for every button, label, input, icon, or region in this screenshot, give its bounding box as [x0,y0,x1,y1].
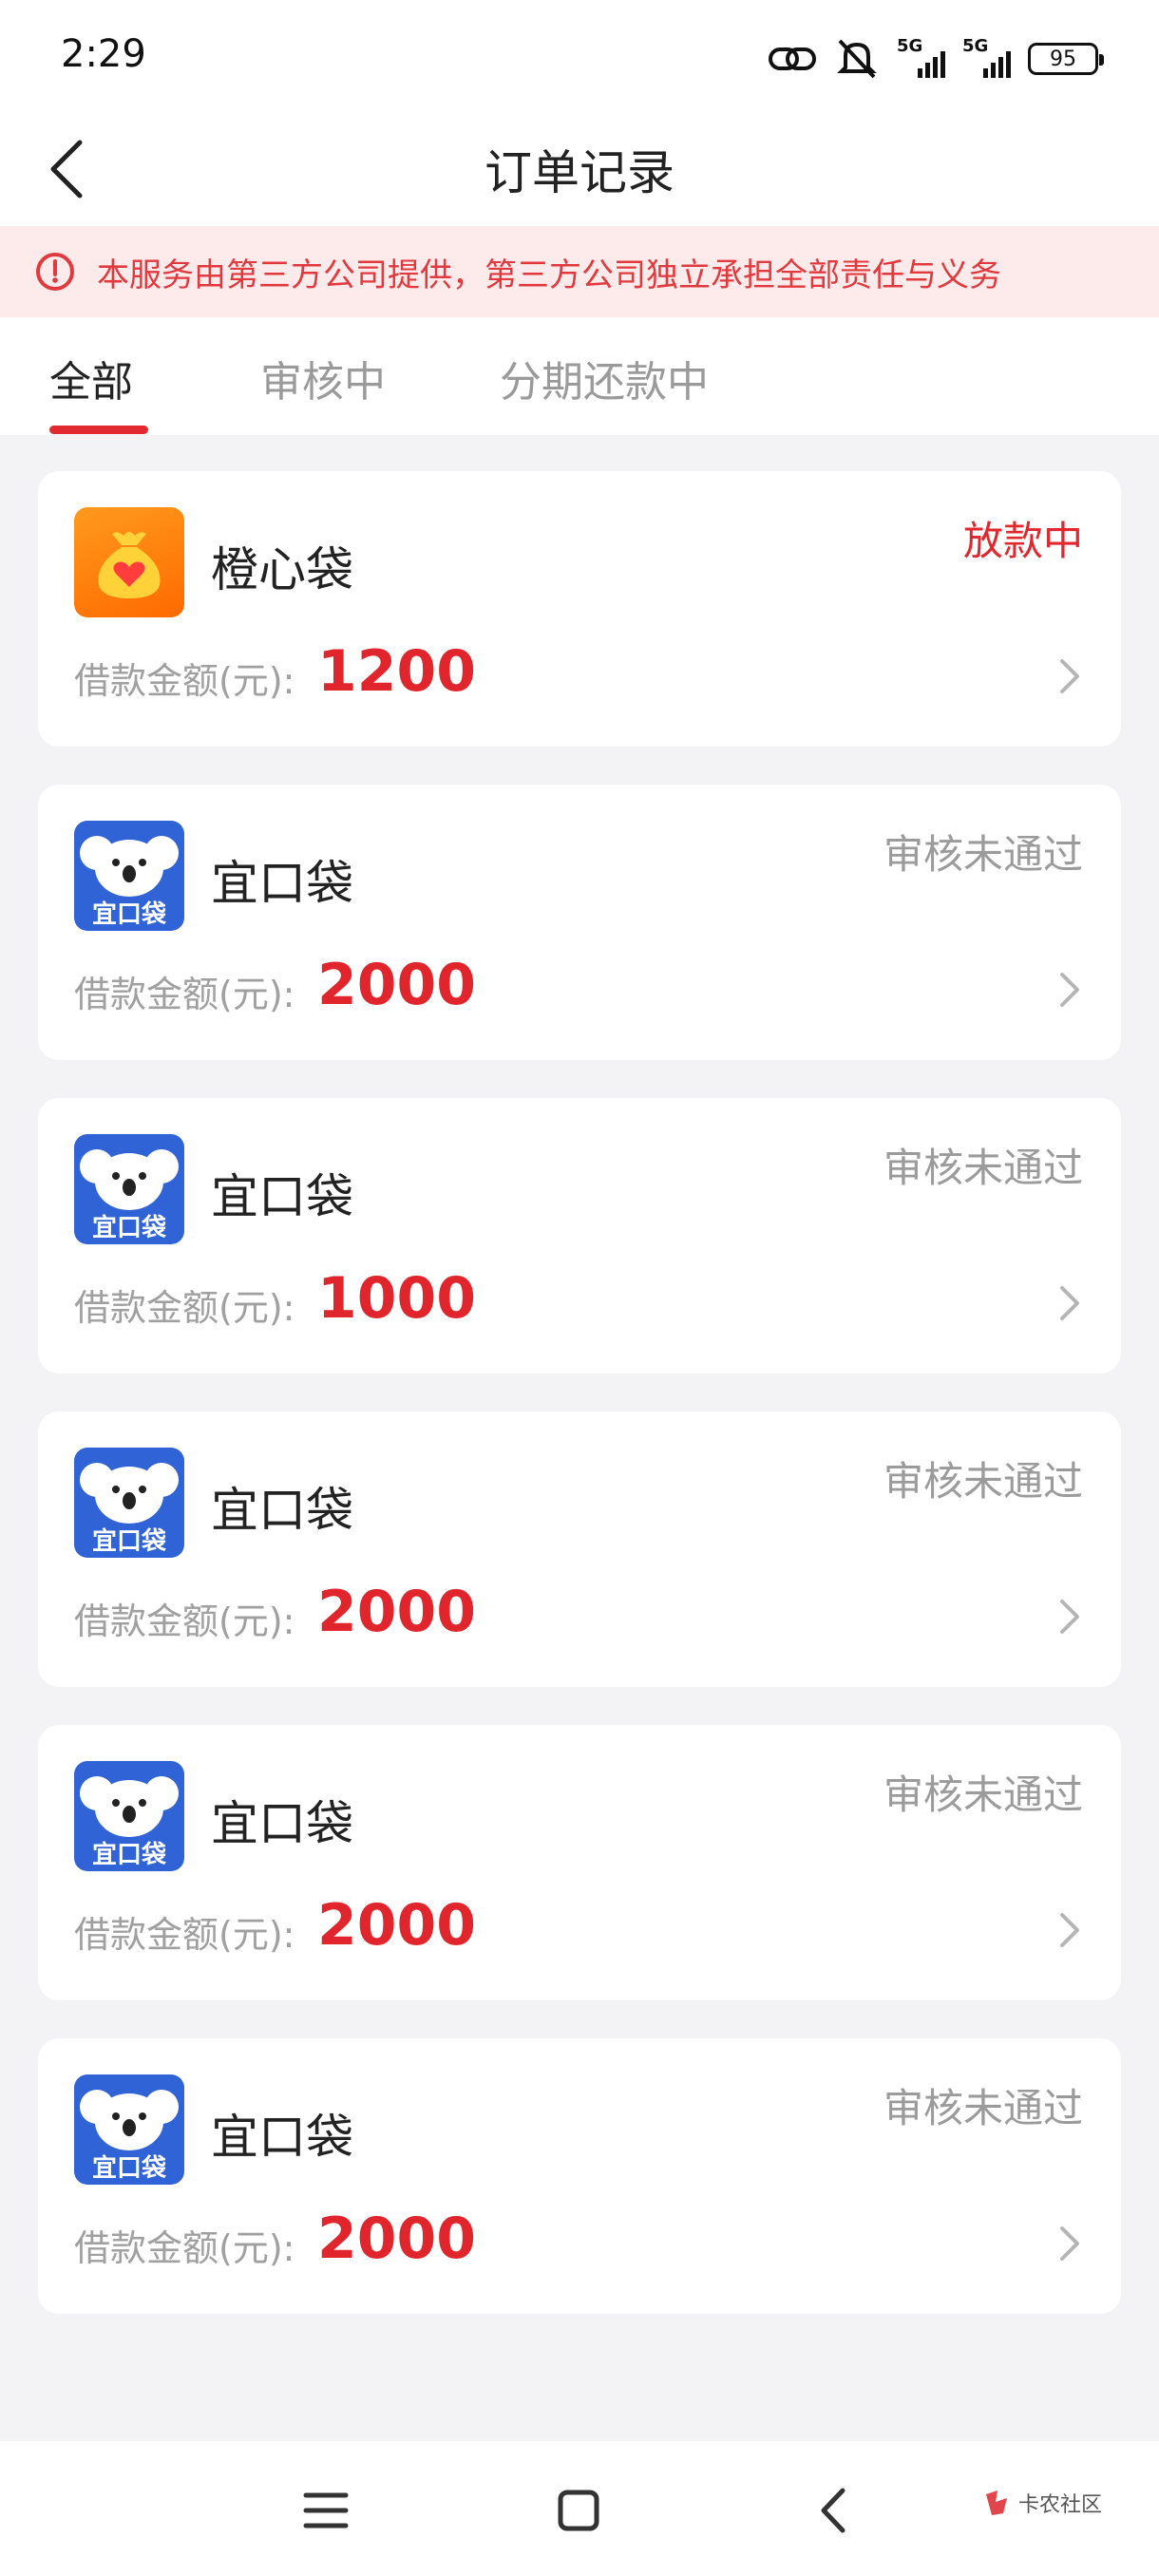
app-logo-koala: 宜口袋 [74,1761,184,1871]
battery-level: 95 [1050,47,1076,71]
order-card[interactable]: 宜口袋 宜口袋 审核未通过 借款金额(元): 1000 [38,1098,1121,1373]
product-name: 宜口袋 [211,1169,353,1224]
koala-icon [80,1149,179,1210]
amount-label: 借款金额(元): [74,1287,295,1329]
order-status: 审核未通过 [883,1145,1083,1191]
product-name: 宜口袋 [211,2110,353,2165]
signal-icon: 5G [897,36,945,78]
watermark-logo-icon [986,2491,1007,2515]
product-name: 宜口袋 [211,1796,353,1851]
chevron-right-icon [1060,1600,1079,1634]
warning-icon [36,253,74,291]
order-card[interactable]: 宜口袋 宜口袋 审核未通过 借款金额(元): 2000 [38,1725,1121,2000]
app-logo-koala: 宜口袋 [74,1134,184,1244]
logo-text: 宜口袋 [91,900,166,929]
amount-value: 1000 [317,1265,476,1332]
order-status: 审核未通过 [883,1771,1083,1818]
back-triangle-icon [821,2488,846,2533]
chevron-right-icon [1060,1913,1079,1947]
logo-text: 宜口袋 [91,1841,166,1869]
tab-bar: 全部 审核中 分期还款中 [0,317,1159,435]
amount-label: 借款金额(元): [74,2227,295,2269]
chevron-right-icon [1060,659,1079,693]
home-square-icon [558,2490,599,2531]
chevron-right-icon [1060,973,1079,1007]
status-bar: 2:29 5G 5G 95 [0,0,1159,112]
order-status: 审核未通过 [883,831,1083,878]
product-name: 橙心袋 [211,542,353,597]
nav-back-button[interactable] [800,2477,866,2544]
app-logo-koala: 宜口袋 [74,2074,184,2185]
page-title: 订单记录 [484,145,674,200]
amount-value: 2000 [317,1579,476,1645]
notice-banner: 本服务由第三方公司提供，第三方公司独立承担全部责任与义务 [0,226,1159,317]
logo-text: 宜口袋 [91,1527,166,1556]
order-card[interactable]: 宜口袋 宜口袋 审核未通过 借款金额(元): 2000 [38,2038,1121,2314]
network-label-2: 5G [962,36,989,56]
amount-value: 2000 [317,2206,476,2272]
product-name: 宜口袋 [211,856,353,911]
tab-active-indicator [49,426,148,434]
amount-value: 1200 [317,638,476,705]
koala-icon [80,1776,179,1837]
watermark: 卡农社区 [982,2487,1102,2519]
order-card[interactable]: 宜口袋 宜口袋 审核未通过 借款金额(元): 2000 [38,785,1121,1060]
chevron-right-icon [1060,2226,1079,2261]
app-logo-koala: 宜口袋 [74,821,184,931]
link-icon [769,47,816,70]
amount-label: 借款金额(元): [74,974,295,1015]
koala-icon [80,836,179,897]
money-bag-heart-icon [98,532,161,598]
logo-text: 宜口袋 [91,1214,166,1242]
order-status: 放款中 [962,518,1083,564]
order-card[interactable]: 宜口袋 宜口袋 审核未通过 借款金额(元): 2000 [38,1411,1121,1687]
amount-label: 借款金额(元): [74,660,295,702]
order-status: 审核未通过 [883,2085,1083,2131]
amount-label: 借款金额(元): [74,1601,295,1642]
order-status: 审核未通过 [883,1458,1083,1505]
amount-value: 2000 [317,952,476,1018]
menu-button[interactable] [293,2477,359,2544]
network-label-1: 5G [897,36,923,56]
signal-icon-2: 5G [962,36,1011,78]
amount-value: 2000 [317,1892,476,1959]
tab-reviewing[interactable]: 审核中 [260,348,386,408]
tab-installment[interactable]: 分期还款中 [500,348,709,408]
home-button[interactable] [545,2477,612,2544]
status-time: 2:29 [61,32,146,76]
mute-bell-icon [837,39,877,79]
menu-icon [303,2492,349,2529]
app-logo-orange-bag [74,507,184,617]
amount-label: 借款金额(元): [74,1914,295,1956]
battery-icon: 95 [1028,43,1104,75]
koala-icon [80,1463,179,1524]
tab-all[interactable]: 全部 [49,348,133,408]
notice-text: 本服务由第三方公司提供，第三方公司独立承担全部责任与义务 [97,256,1001,294]
logo-text: 宜口袋 [91,2154,166,2183]
header: 订单记录 [0,112,1159,226]
order-card[interactable]: 橙心袋 放款中 借款金额(元): 1200 [38,471,1121,747]
status-icons: 5G 5G 95 [768,34,1104,84]
product-name: 宜口袋 [211,1483,353,1538]
koala-icon [80,2090,179,2150]
app-logo-koala: 宜口袋 [74,1448,184,1558]
watermark-text: 卡农社区 [1018,2493,1103,2517]
chevron-right-icon [1060,1286,1079,1320]
